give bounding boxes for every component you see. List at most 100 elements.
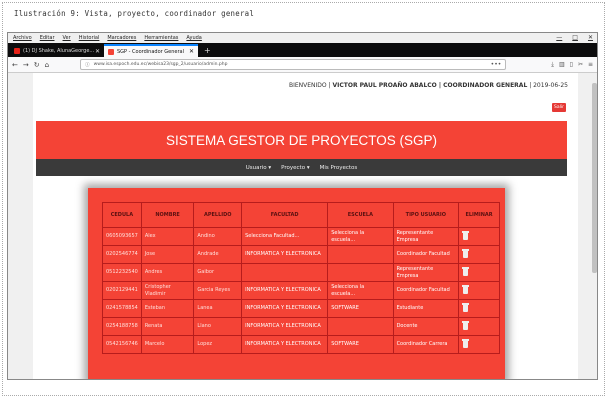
download-icon[interactable]: ⤓ xyxy=(551,61,554,69)
cell-cedula: 0254188758 xyxy=(102,317,142,336)
cell-tipo-usuario: Coordinador Carrera xyxy=(392,335,460,354)
tab-label: SGP - Coordinador General xyxy=(117,48,185,55)
cell-cedula: 0605093657 xyxy=(102,227,142,246)
close-icon[interactable]: ✕ xyxy=(588,34,593,41)
home-icon[interactable]: ⌂ xyxy=(45,61,49,69)
cell-tipo-usuario: Representante Empresa xyxy=(392,263,460,282)
logout-button[interactable]: Salir xyxy=(552,103,566,112)
screenshot-icon[interactable]: ✂ xyxy=(578,61,583,69)
trash-icon[interactable] xyxy=(462,230,470,240)
menu-historial[interactable]: Historial xyxy=(79,35,100,41)
cell-apellido: Llano xyxy=(193,317,243,336)
trash-icon[interactable] xyxy=(462,338,470,348)
reload-icon[interactable]: ↻ xyxy=(34,61,40,69)
cell-tipo-usuario: Docente xyxy=(392,317,460,336)
cell-apellido: Andino xyxy=(193,227,243,246)
col-apellido: APELLIDO xyxy=(193,202,243,228)
col-eliminar: ELIMINAR xyxy=(458,202,500,228)
page-viewport: BIENVENIDO | VICTOR PAUL PROAÑO ABALCO |… xyxy=(8,73,597,379)
cell-nombre: Jose xyxy=(140,245,195,264)
tab-youtube[interactable]: (1) DJ Shake, AlunaGeorge... ✕ xyxy=(10,45,104,57)
cell-cedula: 0512232540 xyxy=(102,263,142,282)
col-nombre: NOMBRE xyxy=(140,202,195,228)
back-icon[interactable]: ← xyxy=(12,61,18,69)
nav-mis-proyectos[interactable]: Mis Proyectos xyxy=(320,165,358,171)
cell-nombre: Marcelo xyxy=(140,335,195,354)
cell-escuela: SOFTWARE xyxy=(327,335,394,354)
cell-nombre: Esteban xyxy=(140,299,195,318)
cell-tipo-usuario: Coordinador Facultad xyxy=(392,281,460,300)
cell-facultad: Selecciona Facultad... xyxy=(241,227,329,246)
cell-eliminar xyxy=(458,335,500,354)
cell-cedula: 0202546774 xyxy=(102,245,142,264)
menu-editar[interactable]: Editar xyxy=(40,35,55,41)
cell-apellido: Lopez xyxy=(193,335,243,354)
menu-ayuda[interactable]: Ayuda xyxy=(186,35,201,41)
menu-herramientas[interactable]: Herramientas xyxy=(144,35,178,41)
info-icon: ⓘ xyxy=(85,62,90,68)
figure-caption: Ilustración 9: Vista, proyecto, coordina… xyxy=(14,9,255,18)
page-scrollbar[interactable] xyxy=(590,73,597,379)
welcome-user: VICTOR PAUL PROAÑO ABALCO | COORDINADOR … xyxy=(332,82,528,89)
cell-escuela xyxy=(327,245,394,264)
site-title: SISTEMA GESTOR DE PROYECTOS (SGP) xyxy=(36,121,567,159)
sidebar-icon[interactable]: ▯ xyxy=(570,61,573,69)
cell-facultad: INFORMATICA Y ELECTRONICA xyxy=(241,281,329,300)
cell-nombre: Alex xyxy=(140,227,195,246)
youtube-icon xyxy=(14,48,20,54)
forward-icon[interactable]: → xyxy=(23,61,29,69)
navigation-bar: ← → ↻ ⌂ ⓘ www.isa.espoch.edu.ec/webisa23… xyxy=(8,57,597,73)
cell-tipo-usuario: Coordinador Facultad xyxy=(392,245,460,264)
cell-facultad xyxy=(241,263,329,282)
site-page: BIENVENIDO | VICTOR PAUL PROAÑO ABALCO |… xyxy=(33,73,578,379)
col-cedula: CEDULA xyxy=(102,202,142,228)
table-row: 0202129441 Cristopher Vladimir Garcia Re… xyxy=(102,281,500,300)
table-row: 0605093657 Alex Andino Selecciona Facult… xyxy=(102,227,500,246)
cell-eliminar xyxy=(458,227,500,246)
minimize-icon[interactable]: — xyxy=(556,34,562,41)
scrollbar-thumb[interactable] xyxy=(592,83,597,273)
cell-escuela: SOFTWARE xyxy=(327,299,394,318)
cell-eliminar xyxy=(458,317,500,336)
tab-close-icon[interactable]: ✕ xyxy=(95,48,100,55)
cell-apellido: Andrade xyxy=(193,245,243,264)
library-icon[interactable]: ▥ xyxy=(559,61,565,69)
cell-escuela: Selecciona la escuela... xyxy=(327,227,394,246)
tab-bar: (1) DJ Shake, AlunaGeorge... ✕ SGP - Coo… xyxy=(8,43,597,57)
url-bar[interactable]: ⓘ www.isa.espoch.edu.ec/webisa23/sgp_2/u… xyxy=(80,59,507,70)
cell-tipo-usuario: Estudiante xyxy=(392,299,460,318)
cell-nombre: Cristopher Vladimir xyxy=(140,281,195,300)
cell-eliminar xyxy=(458,281,500,300)
welcome-prefix: BIENVENIDO | xyxy=(288,82,331,89)
trash-icon[interactable] xyxy=(462,266,470,276)
menu-icon[interactable]: ≡ xyxy=(588,61,593,69)
table-row: 0542156746 Marcelo Lopez INFORMATICA Y E… xyxy=(102,335,500,354)
page-actions-icon[interactable]: ••• xyxy=(491,61,502,68)
cell-apellido: Lanea xyxy=(193,299,243,318)
users-card: CEDULA NOMBRE APELLIDO FACULTAD ESCUELA … xyxy=(88,188,505,379)
trash-icon[interactable] xyxy=(462,248,470,258)
nav-usuario[interactable]: Usuario ▾ xyxy=(246,165,271,171)
new-tab-button[interactable]: + xyxy=(198,46,217,55)
table-row: 0254188758 Renata Llano INFORMATICA Y EL… xyxy=(102,317,500,336)
cell-nombre: Renata xyxy=(140,317,195,336)
menu-marcadores[interactable]: Marcadores xyxy=(107,35,136,41)
cell-tipo-usuario: Representante Empresa xyxy=(392,227,460,246)
tab-sgp[interactable]: SGP - Coordinador General ✕ xyxy=(104,44,198,57)
tab-label: (1) DJ Shake, AlunaGeorge... xyxy=(23,48,95,54)
cell-cedula: 0241578854 xyxy=(102,299,142,318)
tab-close-icon[interactable]: ✕ xyxy=(189,48,194,55)
trash-icon[interactable] xyxy=(462,302,470,312)
trash-icon[interactable] xyxy=(462,284,470,294)
col-facultad: FACULTAD xyxy=(241,202,329,228)
browser-window: Archivo Editar Ver Historial Marcadores … xyxy=(7,32,598,380)
trash-icon[interactable] xyxy=(462,320,470,330)
maximize-icon[interactable]: □ xyxy=(572,34,578,41)
menu-archivo[interactable]: Archivo xyxy=(13,35,32,41)
nav-proyecto[interactable]: Proyecto ▾ xyxy=(281,165,309,171)
cell-eliminar xyxy=(458,245,500,264)
menu-ver[interactable]: Ver xyxy=(63,35,71,41)
toolbar-icons: ⤓ ▥ ▯ ✂ ≡ xyxy=(551,61,593,69)
cell-apellido: Garcia Reyes xyxy=(193,281,243,300)
cell-facultad: INFORMATICA Y ELECTRONICA xyxy=(241,245,329,264)
